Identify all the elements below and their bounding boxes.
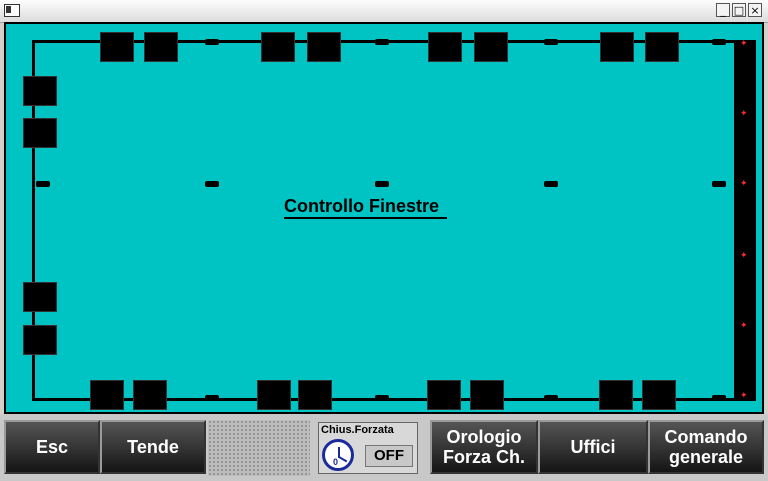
sensor-bottom-4	[712, 395, 726, 401]
window-top-4[interactable]	[307, 32, 341, 62]
sensor-mid-4	[712, 181, 726, 187]
sensor-bottom-1	[205, 395, 219, 401]
clock-hand-minute	[338, 456, 348, 463]
chius-forzata-state[interactable]: OFF	[365, 445, 413, 467]
window-top-1[interactable]	[100, 32, 134, 62]
close-button[interactable]: ×	[748, 3, 762, 17]
status-led-3: ✦	[740, 179, 748, 189]
comando-line2: generale	[668, 447, 744, 467]
window-top-7[interactable]	[600, 32, 634, 62]
uffici-button-label: Uffici	[570, 437, 616, 457]
window-left-2[interactable]	[23, 118, 57, 148]
sensor-bottom-3	[544, 395, 558, 401]
sensor-mid-2	[375, 181, 389, 187]
status-led-4: ✦	[740, 251, 748, 261]
esc-button[interactable]: Esc	[4, 420, 100, 474]
minimize-button[interactable]: _	[716, 3, 730, 17]
status-led-2: ✦	[740, 109, 748, 119]
chius-forzata-label: Chius.Forzata	[321, 424, 394, 436]
window-top-8[interactable]	[645, 32, 679, 62]
floorplan-area: ✦ ✦ ✦ ✦ ✦ ✦ Controllo Finestre	[6, 24, 762, 412]
status-led-6: ✦	[740, 391, 748, 401]
bottom-toolbar: Esc Tende Chius.Forzata 0 OFF Orologio F…	[0, 414, 768, 481]
comando-line1: Comando	[664, 427, 748, 447]
comando-generale-button[interactable]: Comando generale	[648, 420, 764, 474]
window-top-6[interactable]	[474, 32, 508, 62]
window-bottom-1[interactable]	[90, 380, 124, 410]
sensor-bottom-2	[375, 395, 389, 401]
sensor-top-4	[712, 39, 726, 45]
clock-icon[interactable]: 0	[322, 439, 354, 471]
window-bottom-5[interactable]	[427, 380, 461, 410]
toolbar-filler	[208, 420, 310, 476]
window-bottom-7[interactable]	[599, 380, 633, 410]
sensor-mid-0	[36, 181, 50, 187]
sensor-top-2	[375, 39, 389, 45]
status-led-1: ✦	[740, 39, 748, 49]
window-top-2[interactable]	[144, 32, 178, 62]
window-left-1[interactable]	[23, 76, 57, 106]
window-left-4[interactable]	[23, 325, 57, 355]
window-top-5[interactable]	[428, 32, 462, 62]
orologio-line1: Orologio	[446, 427, 522, 447]
window-bottom-8[interactable]	[642, 380, 676, 410]
clock-digit: 0	[333, 457, 339, 467]
window-top-3[interactable]	[261, 32, 295, 62]
chius-forzata-panel[interactable]: Chius.Forzata 0 OFF	[318, 422, 418, 474]
esc-button-label: Esc	[35, 437, 69, 457]
window-bottom-3[interactable]	[257, 380, 291, 410]
sensor-top-3	[544, 39, 558, 45]
uffici-button[interactable]: Uffici	[538, 420, 648, 474]
sensor-top-1	[205, 39, 219, 45]
window-bottom-4[interactable]	[298, 380, 332, 410]
wall-right	[734, 40, 756, 401]
orologio-line2: Forza Ch.	[442, 447, 525, 467]
window-bottom-6[interactable]	[470, 380, 504, 410]
sensor-mid-1	[205, 181, 219, 187]
page-title: Controllo Finestre	[284, 196, 448, 219]
tende-button-label: Tende	[127, 437, 179, 457]
window-bottom-2[interactable]	[133, 380, 167, 410]
orologio-forza-button[interactable]: Orologio Forza Ch.	[430, 420, 538, 474]
sensor-mid-3	[544, 181, 558, 187]
window-left-3[interactable]	[23, 282, 57, 312]
maximize-button[interactable]: □	[732, 3, 746, 17]
title-bar[interactable]: _ □ ×	[0, 0, 768, 23]
app-icon	[4, 4, 20, 17]
status-led-5: ✦	[740, 321, 748, 331]
tende-button[interactable]: Tende	[100, 420, 206, 474]
floorplan-frame: ✦ ✦ ✦ ✦ ✦ ✦ Controllo Finestre	[4, 22, 764, 414]
